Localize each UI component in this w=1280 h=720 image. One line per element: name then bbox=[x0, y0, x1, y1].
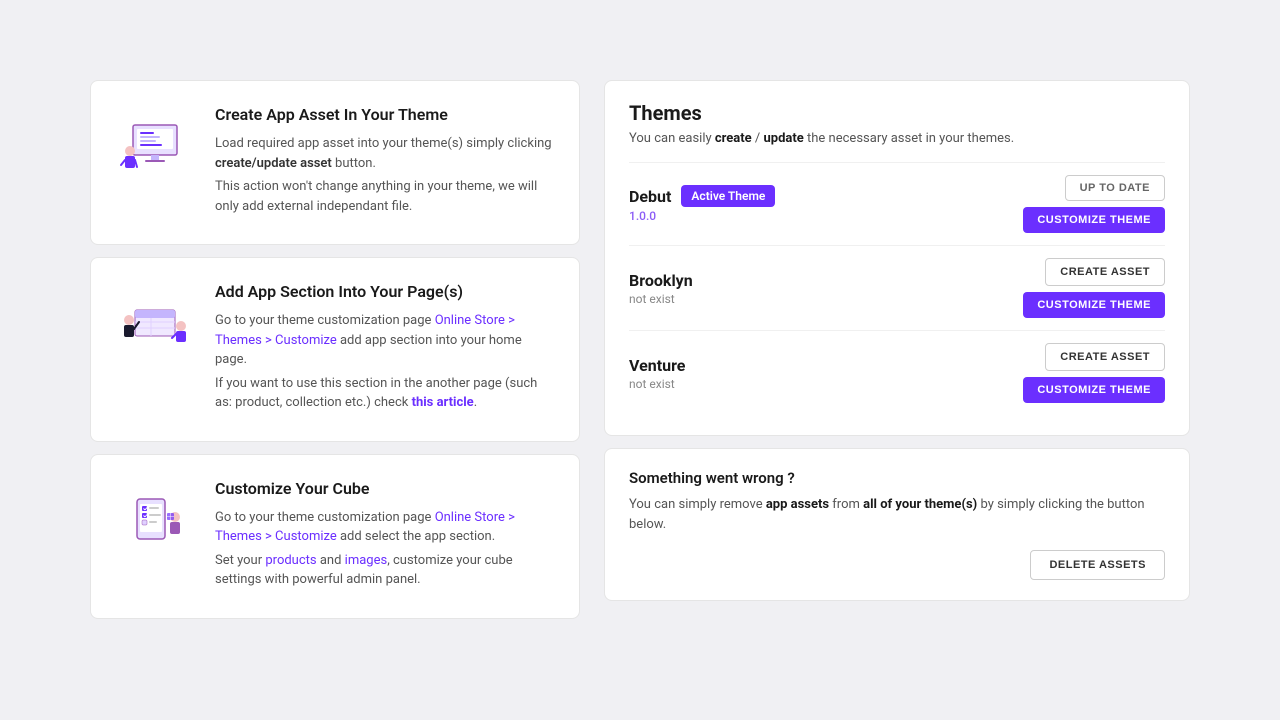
card-create-asset: Create App Asset In Your Theme Load requ… bbox=[90, 80, 580, 245]
brooklyn-info: Brooklyn not exist bbox=[629, 271, 693, 306]
right-panel: Themes You can easily create / update th… bbox=[604, 80, 1190, 619]
brooklyn-create-asset-button[interactable]: CREATE ASSET bbox=[1045, 258, 1165, 286]
themes-subtitle: You can easily create / update the neces… bbox=[629, 131, 1165, 146]
error-title: Something went wrong ? bbox=[629, 469, 1165, 487]
error-desc: You can simply remove app assets from al… bbox=[629, 495, 1165, 534]
card1-illustration bbox=[115, 105, 195, 185]
debut-version: 1.0.0 bbox=[629, 209, 775, 223]
themes-title: Themes bbox=[629, 101, 1165, 125]
brooklyn-actions: CREATE ASSET CUSTOMIZE THEME bbox=[1023, 258, 1165, 318]
card2-title: Add App Section Into Your Page(s) bbox=[215, 282, 555, 301]
debut-up-to-date-button[interactable]: UP TO DATE bbox=[1065, 175, 1165, 201]
card3-illustration bbox=[115, 479, 195, 559]
debut-info: Debut Active Theme 1.0.0 bbox=[629, 185, 775, 223]
card3-content: Customize Your Cube Go to your theme cus… bbox=[215, 479, 555, 594]
left-panel: Create App Asset In Your Theme Load requ… bbox=[90, 80, 580, 619]
theme-row-venture: Venture not exist CREATE ASSET CUSTOMIZE… bbox=[629, 330, 1165, 415]
venture-name: Venture bbox=[629, 356, 685, 375]
card2-content: Add App Section Into Your Page(s) Go to … bbox=[215, 282, 555, 417]
card-add-section: Add App Section Into Your Page(s) Go to … bbox=[90, 257, 580, 442]
venture-name-row: Venture bbox=[629, 356, 685, 375]
card3-link2[interactable]: products bbox=[265, 553, 316, 568]
venture-status: not exist bbox=[629, 377, 685, 391]
card2-illustration bbox=[115, 282, 195, 362]
card1-p1: Load required app asset into your theme(… bbox=[215, 134, 555, 173]
venture-info: Venture not exist bbox=[629, 356, 685, 391]
card1-title: Create App Asset In Your Theme bbox=[215, 105, 555, 124]
debut-name: Debut bbox=[629, 187, 671, 206]
brooklyn-name: Brooklyn bbox=[629, 271, 693, 290]
theme-row-brooklyn: Brooklyn not exist CREATE ASSET CUSTOMIZ… bbox=[629, 245, 1165, 330]
debut-actions: UP TO DATE CUSTOMIZE THEME bbox=[1023, 175, 1165, 233]
card-customize: Customize Your Cube Go to your theme cus… bbox=[90, 454, 580, 619]
card2-p1: Go to your theme customization page Onli… bbox=[215, 311, 555, 370]
debut-customize-button[interactable]: CUSTOMIZE THEME bbox=[1023, 207, 1165, 233]
main-container: Create App Asset In Your Theme Load requ… bbox=[90, 80, 1190, 619]
card2-link2[interactable]: this article bbox=[412, 395, 474, 410]
card2-p2: If you want to use this section in the a… bbox=[215, 374, 555, 413]
debut-active-badge: Active Theme bbox=[681, 185, 775, 207]
venture-actions: CREATE ASSET CUSTOMIZE THEME bbox=[1023, 343, 1165, 403]
brooklyn-status: not exist bbox=[629, 292, 693, 306]
theme-row-debut: Debut Active Theme 1.0.0 UP TO DATE CUST… bbox=[629, 162, 1165, 245]
card1-p2: This action won't change anything in you… bbox=[215, 177, 555, 216]
card3-link3[interactable]: images bbox=[345, 553, 388, 568]
debut-name-row: Debut Active Theme bbox=[629, 185, 775, 207]
card1-content: Create App Asset In Your Theme Load requ… bbox=[215, 105, 555, 220]
venture-customize-button[interactable]: CUSTOMIZE THEME bbox=[1023, 377, 1165, 403]
venture-create-asset-button[interactable]: CREATE ASSET bbox=[1045, 343, 1165, 371]
error-card: Something went wrong ? You can simply re… bbox=[604, 448, 1190, 601]
card3-title: Customize Your Cube bbox=[215, 479, 555, 498]
brooklyn-name-row: Brooklyn bbox=[629, 271, 693, 290]
card3-p1: Go to your theme customization page Onli… bbox=[215, 508, 555, 547]
themes-card: Themes You can easily create / update th… bbox=[604, 80, 1190, 436]
delete-assets-button[interactable]: DELETE ASSETS bbox=[1030, 550, 1165, 580]
card3-p2: Set your products and images, customize … bbox=[215, 551, 555, 590]
brooklyn-customize-button[interactable]: CUSTOMIZE THEME bbox=[1023, 292, 1165, 318]
